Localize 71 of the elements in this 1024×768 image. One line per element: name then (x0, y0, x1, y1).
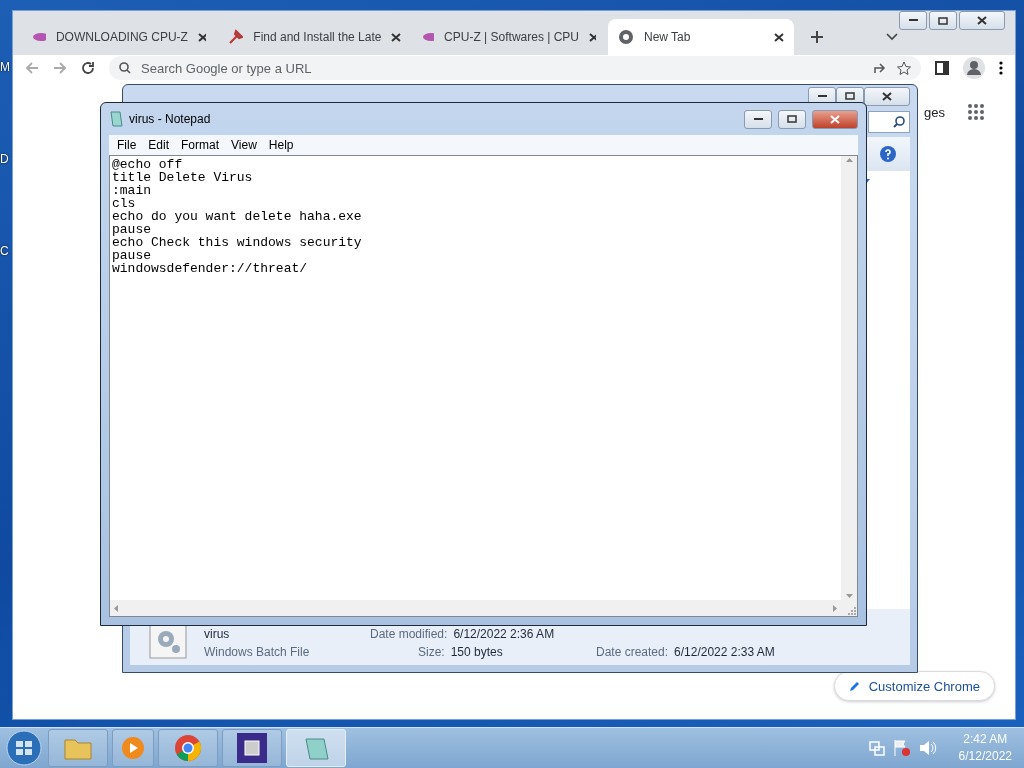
browser-tab[interactable]: New Tab (608, 19, 794, 55)
maximize-icon[interactable] (938, 16, 948, 25)
detail-value: 150 bytes (450, 645, 503, 659)
maximize-icon[interactable] (845, 92, 855, 100)
close-icon[interactable] (197, 32, 206, 42)
code-line: pause (112, 249, 151, 262)
apps-grid-icon[interactable] (967, 103, 985, 121)
site-logo-icon (423, 33, 435, 41)
profile-icon[interactable] (963, 57, 985, 79)
close-icon[interactable] (882, 91, 892, 101)
detail-label: Size: (418, 645, 445, 659)
search-icon (119, 62, 131, 74)
menu-item[interactable]: View (225, 138, 263, 152)
code-line: windowsdefender://threat/ (112, 262, 309, 275)
clock-time: 2:42 AM (963, 731, 1008, 748)
taskbar-button[interactable] (222, 729, 282, 767)
detail-label: Date created: (596, 645, 669, 659)
search-field[interactable] (868, 111, 910, 133)
code-line: echo do you want delete haha.exe (112, 210, 363, 223)
chip-icon[interactable] (237, 733, 267, 763)
code-line: cls (112, 197, 137, 210)
menu-item[interactable]: Format (175, 138, 226, 152)
code-line: title Delete Virus (112, 171, 254, 184)
desktop-icon-label[interactable]: D (0, 152, 10, 166)
detail-value: 6/12/2022 2:33 AM (674, 645, 775, 659)
more-icon[interactable] (999, 61, 1003, 75)
chevron-down-icon[interactable] (886, 33, 898, 41)
customize-chrome-button[interactable]: Customize Chrome (833, 671, 995, 701)
browser-tab[interactable]: DOWNLOADING CPU-Z (23, 19, 216, 55)
site-logo-icon (33, 33, 46, 41)
new-tab-icon[interactable] (810, 30, 824, 44)
star-icon[interactable] (897, 61, 911, 75)
reload-icon[interactable] (81, 61, 95, 75)
minimize-icon[interactable] (817, 94, 827, 98)
start-button[interactable] (4, 729, 44, 767)
menu-item[interactable]: File (111, 138, 143, 152)
close-icon[interactable] (391, 32, 401, 42)
maximize-icon[interactable] (787, 115, 797, 123)
minimize-icon[interactable] (753, 117, 763, 121)
pencil-icon (848, 680, 861, 692)
close-icon[interactable] (977, 16, 987, 25)
code-line: @echo off (112, 158, 184, 171)
close-icon[interactable] (774, 32, 784, 42)
flag-icon[interactable] (892, 739, 911, 757)
resize-grip-icon[interactable] (847, 606, 857, 616)
detail-value: 6/12/2022 2:36 AM (453, 627, 555, 641)
search-icon (893, 116, 905, 128)
browser-tab[interactable]: Find and Install the Late (218, 19, 411, 55)
tool-icon (228, 29, 244, 45)
images-link[interactable]: ges (924, 104, 945, 120)
browser-tab[interactable]: CPU-Z | Softwares | CPU (413, 19, 606, 55)
detail-label: Date modified: (370, 627, 448, 641)
close-icon[interactable] (589, 32, 596, 42)
clock-date: 6/12/2022 (958, 748, 1012, 765)
desktop-icon-label[interactable]: C (0, 244, 10, 258)
help-icon[interactable] (880, 146, 896, 162)
address-bar[interactable]: Search Google or type a URL (109, 56, 921, 80)
minimize-icon[interactable] (908, 19, 918, 22)
menu-item[interactable]: Help (262, 138, 300, 152)
code-line: pause (112, 223, 152, 236)
desktop-icon-label[interactable]: M (0, 60, 10, 74)
menu-item[interactable]: Edit (142, 138, 176, 152)
code-line: :main (112, 184, 152, 197)
window-title: virus - Notepad (129, 112, 212, 126)
side-panel-icon[interactable] (935, 61, 949, 75)
file-type: Windows Batch File (204, 645, 311, 659)
batch-file-icon (148, 623, 188, 659)
code-line: echo Check this windows security (112, 236, 363, 249)
share-icon[interactable] (873, 61, 887, 75)
address-placeholder: Search Google or type a URL (141, 60, 313, 76)
file-name: virus (204, 627, 231, 641)
